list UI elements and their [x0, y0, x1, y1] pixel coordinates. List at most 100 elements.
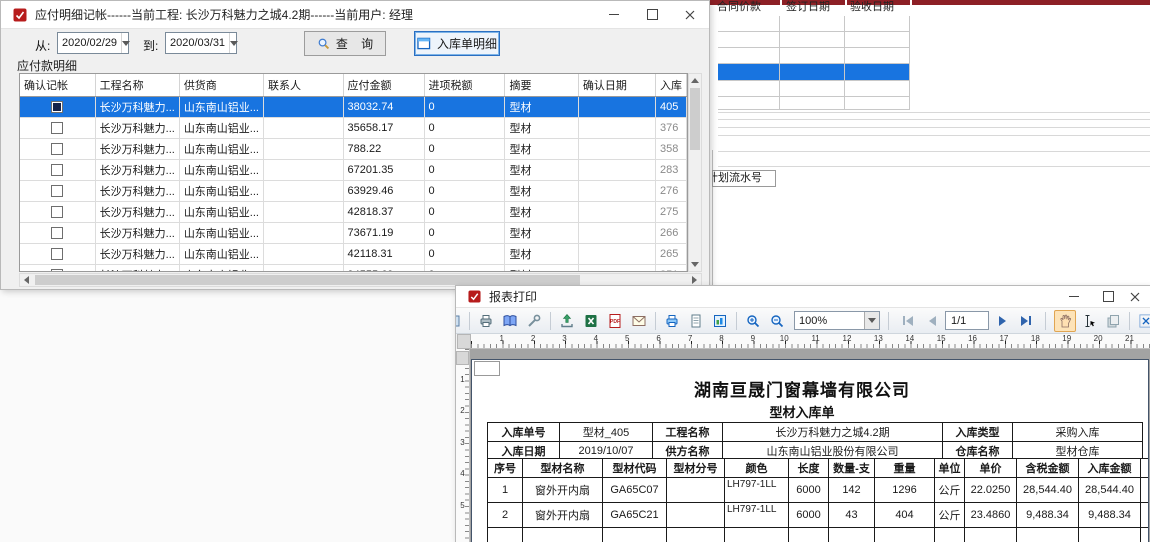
- last-page-icon[interactable]: [1015, 310, 1037, 332]
- email-icon[interactable]: [628, 310, 650, 332]
- cell-tax[interactable]: 0: [424, 118, 505, 139]
- grid-cell[interactable]: [780, 97, 845, 110]
- col-amount[interactable]: 应付金额: [343, 74, 424, 97]
- selected-grid-cell[interactable]: [718, 64, 780, 81]
- cell-amount[interactable]: 42118.31: [343, 244, 424, 265]
- open-book-icon[interactable]: [499, 310, 521, 332]
- report-titlebar[interactable]: 报表打印: [456, 286, 1150, 308]
- cell-confirm[interactable]: [20, 223, 95, 244]
- print-icon[interactable]: [475, 310, 497, 332]
- grid-cell[interactable]: [718, 16, 780, 32]
- column-header-contract-price[interactable]: 合同价款: [717, 0, 777, 14]
- cell-contact[interactable]: [263, 97, 343, 118]
- grid-cell[interactable]: [845, 81, 910, 97]
- cell-receipt[interactable]: 265: [655, 244, 686, 265]
- zoom-in-icon[interactable]: [742, 310, 764, 332]
- cell-confirm-date[interactable]: [578, 160, 655, 181]
- minimize-icon[interactable]: [1057, 286, 1091, 307]
- cell-summary[interactable]: 型材: [505, 118, 578, 139]
- cell-summary[interactable]: 型材: [505, 139, 578, 160]
- chevron-down-icon[interactable]: [229, 33, 238, 53]
- confirm-checkbox[interactable]: [51, 185, 63, 197]
- col-confirm-date[interactable]: 确认日期: [578, 74, 655, 97]
- grid-cell[interactable]: [845, 48, 910, 64]
- grid-cell[interactable]: [780, 81, 845, 97]
- maximize-icon[interactable]: [633, 1, 671, 28]
- text-select-icon[interactable]: [1078, 310, 1100, 332]
- cell-project[interactable]: 长沙万科魅力...: [95, 244, 179, 265]
- grid-cell[interactable]: [780, 16, 845, 32]
- zoom-level-combo[interactable]: 100%: [794, 311, 880, 330]
- cell-supplier[interactable]: 山东南山铝业...: [179, 97, 263, 118]
- zoom-out-icon[interactable]: [766, 310, 788, 332]
- cell-amount[interactable]: 94555.69: [343, 265, 424, 273]
- grid-cell[interactable]: [718, 48, 780, 64]
- detail-row[interactable]: 长沙万科魅力... 山东南山铝业... 35658.17 0 型材 376: [20, 118, 687, 139]
- page-number-box[interactable]: 1/1: [945, 311, 989, 330]
- cell-amount[interactable]: 42818.37: [343, 202, 424, 223]
- cell-contact[interactable]: [263, 160, 343, 181]
- cell-contact[interactable]: [263, 223, 343, 244]
- next-page-icon[interactable]: [991, 310, 1013, 332]
- print-setup-icon[interactable]: [661, 310, 683, 332]
- cell-confirm[interactable]: [20, 139, 95, 160]
- cell-summary[interactable]: 型材: [505, 97, 578, 118]
- cell-amount[interactable]: 35658.17: [343, 118, 424, 139]
- column-header-sign-date[interactable]: 签订日期: [786, 0, 846, 14]
- cell-confirm-date[interactable]: [578, 202, 655, 223]
- cell-tax[interactable]: 0: [424, 244, 505, 265]
- detail-row[interactable]: 长沙万科魅力... 山东南山铝业... 788.22 0 型材 358: [20, 139, 687, 160]
- cell-supplier[interactable]: 山东南山铝业...: [179, 244, 263, 265]
- first-page-icon[interactable]: [897, 310, 919, 332]
- grid-cell[interactable]: [718, 81, 780, 97]
- col-project[interactable]: 工程名称: [95, 74, 179, 97]
- cell-project[interactable]: 长沙万科魅力...: [95, 118, 179, 139]
- cell-receipt[interactable]: 376: [655, 118, 686, 139]
- cell-receipt[interactable]: 251: [655, 265, 686, 273]
- cell-project[interactable]: 长沙万科魅力...: [95, 160, 179, 181]
- cell-summary[interactable]: 型材: [505, 202, 578, 223]
- cell-confirm[interactable]: [20, 265, 95, 273]
- cell-supplier[interactable]: 山东南山铝业...: [179, 223, 263, 244]
- cell-amount[interactable]: 73671.19: [343, 223, 424, 244]
- grid-cell[interactable]: [718, 97, 780, 110]
- cell-tax[interactable]: 0: [424, 265, 505, 273]
- detail-row[interactable]: 长沙万科魅力... 山东南山铝业... 94555.69 0 型材 251: [20, 265, 687, 273]
- cell-confirm[interactable]: [20, 244, 95, 265]
- page-setup-icon[interactable]: [685, 310, 707, 332]
- cell-supplier[interactable]: 山东南山铝业...: [179, 181, 263, 202]
- cell-contact[interactable]: [263, 265, 343, 273]
- cell-receipt[interactable]: 358: [655, 139, 686, 160]
- confirm-checkbox[interactable]: [51, 101, 63, 113]
- column-header-accept-date[interactable]: 验收日期: [850, 0, 910, 14]
- excel-export-icon[interactable]: [580, 310, 602, 332]
- grid-cell[interactable]: [845, 32, 910, 48]
- cell-confirm[interactable]: [20, 97, 95, 118]
- cell-amount[interactable]: 38032.74: [343, 97, 424, 118]
- maximize-icon[interactable]: [1091, 286, 1125, 307]
- confirm-checkbox[interactable]: [51, 227, 63, 239]
- confirm-checkbox[interactable]: [51, 269, 63, 272]
- pdf-export-icon[interactable]: PDF: [604, 310, 626, 332]
- cell-project[interactable]: 长沙万科魅力...: [95, 181, 179, 202]
- cell-amount[interactable]: 788.22: [343, 139, 424, 160]
- cell-receipt[interactable]: 275: [655, 202, 686, 223]
- scroll-down-icon[interactable]: [689, 258, 701, 271]
- close-preview-icon[interactable]: [1135, 310, 1150, 332]
- hscroll-thumb[interactable]: [35, 275, 580, 285]
- confirm-checkbox[interactable]: [51, 206, 63, 218]
- confirm-checkbox[interactable]: [51, 164, 63, 176]
- confirm-checkbox[interactable]: [51, 248, 63, 260]
- cell-supplier[interactable]: 山东南山铝业...: [179, 118, 263, 139]
- detail-row[interactable]: 长沙万科魅力... 山东南山铝业... 73671.19 0 型材 266: [20, 223, 687, 244]
- copy-icon[interactable]: [1102, 310, 1124, 332]
- grid-cell[interactable]: [718, 32, 780, 48]
- cell-summary[interactable]: 型材: [505, 160, 578, 181]
- col-contact[interactable]: 联系人: [263, 74, 343, 97]
- col-tax[interactable]: 进项税额: [424, 74, 505, 97]
- cell-confirm[interactable]: [20, 202, 95, 223]
- col-summary[interactable]: 摘要: [505, 74, 578, 97]
- detail-row[interactable]: 长沙万科魅力... 山东南山铝业... 38032.74 0 型材 405: [20, 97, 687, 118]
- grid-cell[interactable]: [780, 48, 845, 64]
- col-confirm[interactable]: 确认记帐: [20, 74, 95, 97]
